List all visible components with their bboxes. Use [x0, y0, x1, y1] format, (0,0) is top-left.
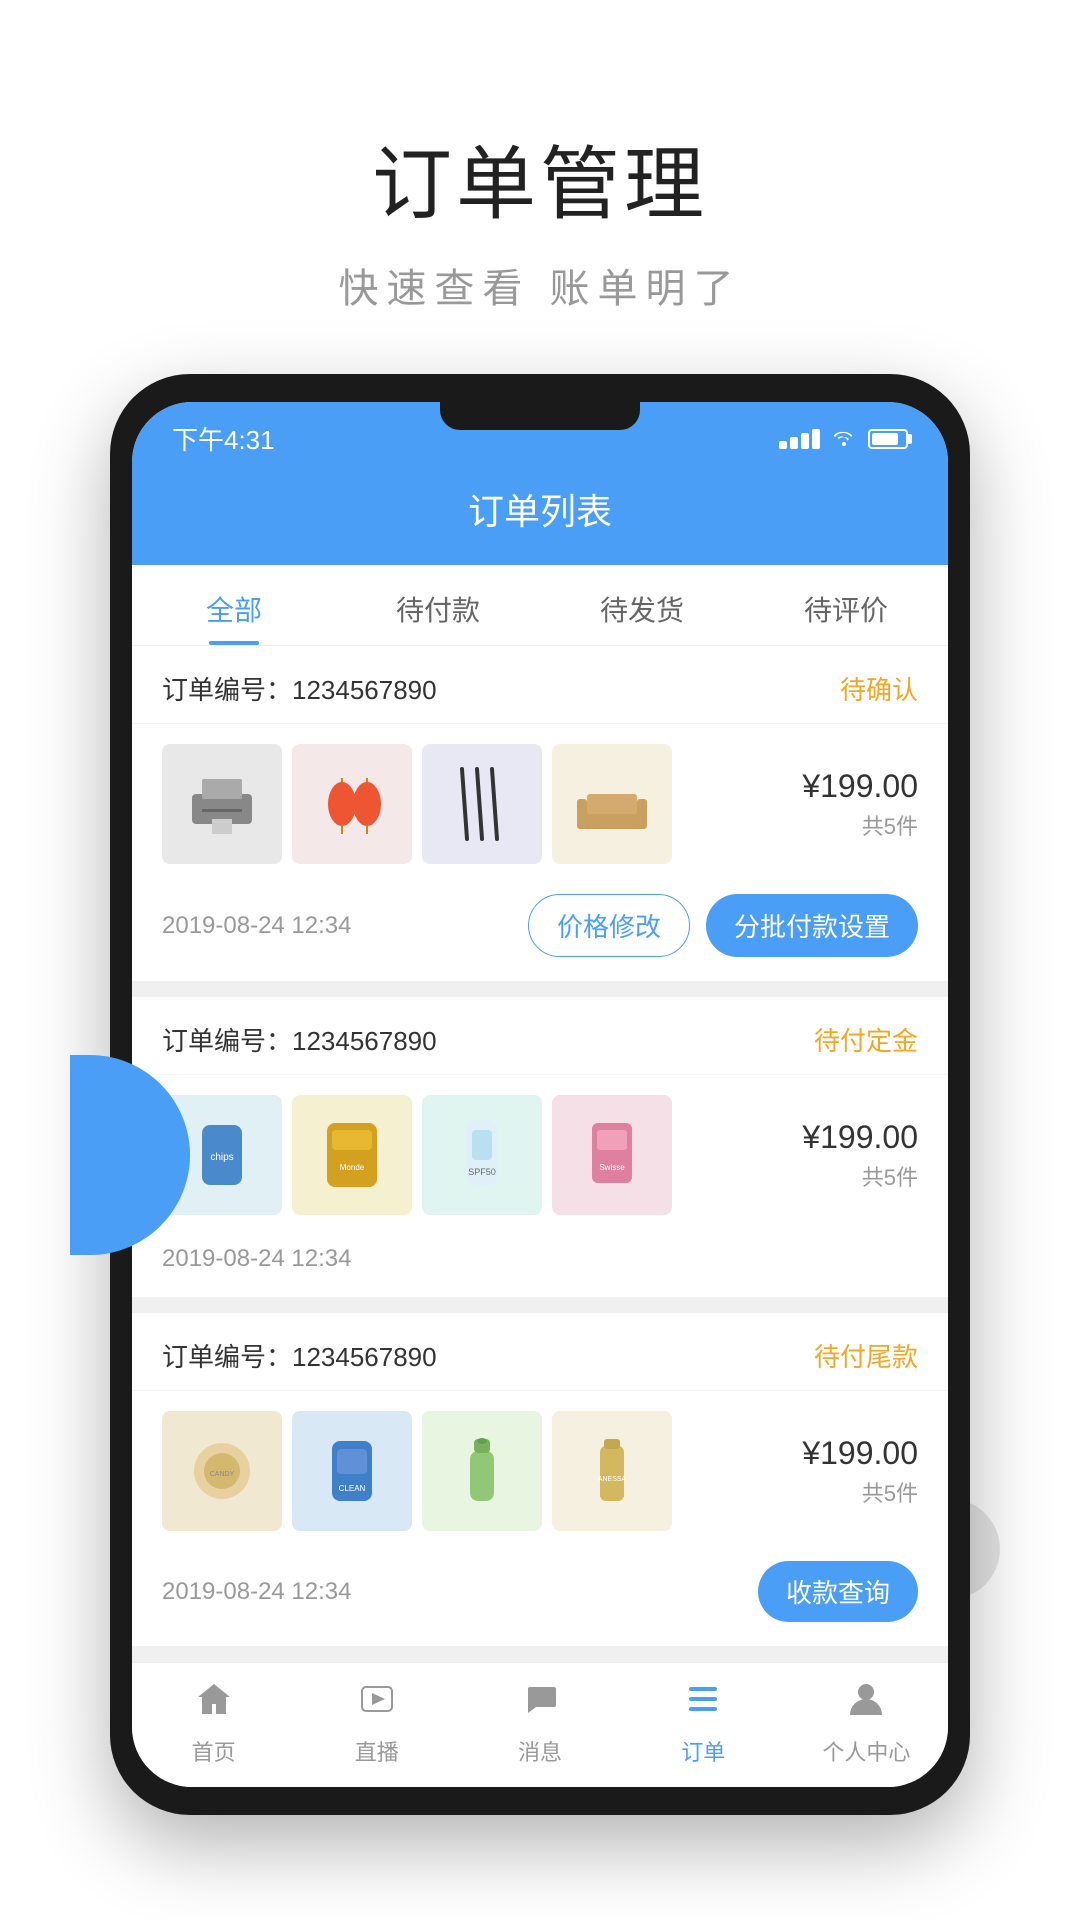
nav-label-live: 直播: [355, 1735, 399, 1767]
order-1-number: 订单编号：1234567890: [162, 670, 437, 707]
message-icon: [520, 1679, 560, 1729]
bottom-nav: 首页 直播: [132, 1662, 948, 1787]
tab-pending-payment[interactable]: 待付款: [336, 565, 540, 645]
nav-label-home: 首页: [192, 1735, 236, 1767]
product-img-snack: Monde: [292, 1095, 412, 1215]
order-1-actions: 价格修改 分批付款设置: [528, 894, 918, 957]
nav-label-message: 消息: [518, 1735, 562, 1767]
order-1-date: 2019-08-24 12:34: [162, 912, 352, 940]
nav-item-orders[interactable]: 订单: [622, 1679, 785, 1767]
svg-text:chips: chips: [210, 1152, 233, 1163]
product-img-cleaner: CLEAN: [292, 1411, 412, 1531]
order-1-price-block: ¥199.00 共5件: [778, 768, 918, 841]
order-2-price: ¥199.00: [778, 1119, 918, 1156]
tab-bar: 全部 待付款 待发货 待评价: [132, 565, 948, 646]
order-1-status: 待确认: [840, 670, 918, 707]
order-card-3: 订单编号：1234567890 待付尾款 CANDY: [132, 1313, 948, 1646]
phone-notch: [440, 402, 640, 430]
order-2-date: 2019-08-24 12:34: [162, 1245, 352, 1273]
order-2-number: 订单编号：1234567890: [162, 1021, 437, 1058]
product-img-lantern: [292, 744, 412, 864]
order-1-footer: 2019-08-24 12:34 价格修改 分批付款设置: [132, 884, 948, 981]
app-header: 订单列表: [132, 467, 948, 565]
battery-icon: [868, 429, 908, 449]
order-2-products: chips Monde: [132, 1075, 948, 1235]
page-header: 订单管理 快速查看 账单明了: [338, 0, 741, 374]
product-img-sofa: [552, 744, 672, 864]
live-icon: [357, 1679, 397, 1729]
order-1-products: ¥199.00 共5件: [132, 724, 948, 884]
order-1-price: ¥199.00: [778, 768, 918, 805]
nav-item-live[interactable]: 直播: [295, 1679, 458, 1767]
order-1-header: 订单编号：1234567890 待确认: [132, 646, 948, 724]
profile-icon: [846, 1679, 886, 1729]
svg-text:ANESSA: ANESSA: [598, 1476, 627, 1483]
order-3-price: ¥199.00: [778, 1435, 918, 1472]
order-2-price-block: ¥199.00 共5件: [778, 1119, 918, 1192]
home-icon: [194, 1679, 234, 1729]
nav-item-home[interactable]: 首页: [132, 1679, 295, 1767]
phone-frame: 下午4:31: [110, 374, 970, 1815]
tab-pending-delivery[interactable]: 待发货: [540, 565, 744, 645]
product-img-supplement: Swisse: [552, 1095, 672, 1215]
svg-text:Monde: Monde: [340, 1163, 365, 1172]
order-2-status: 待付定金: [814, 1021, 918, 1058]
order-1-count: 共5件: [778, 809, 918, 841]
order-3-header: 订单编号：1234567890 待付尾款: [132, 1313, 948, 1391]
order-3-date: 2019-08-24 12:34: [162, 1578, 352, 1606]
orders-icon: [683, 1679, 723, 1729]
product-img-serum: ANESSA: [552, 1411, 672, 1531]
product-img-sunscreen: SPF50: [422, 1095, 542, 1215]
phone-screen: 下午4:31: [132, 402, 948, 1787]
product-img-lotion: [422, 1411, 542, 1531]
page-subtitle: 快速查看 账单明了: [338, 256, 741, 314]
product-img-printer: [162, 744, 282, 864]
order-3-actions: 收款查询: [758, 1561, 918, 1622]
order-card-2: 订单编号：1234567890 待付定金 chips: [132, 997, 948, 1297]
nav-item-message[interactable]: 消息: [458, 1679, 621, 1767]
signal-icon: [779, 429, 820, 449]
order-3-products: CANDY CLEAN: [132, 1391, 948, 1551]
order-3-number: 订单编号：1234567890: [162, 1337, 437, 1374]
tab-all[interactable]: 全部: [132, 565, 336, 645]
svg-text:CANDY: CANDY: [210, 1471, 235, 1478]
batch-payment-button[interactable]: 分批付款设置: [706, 894, 918, 957]
order-2-count: 共5件: [778, 1160, 918, 1192]
product-img-chopsticks: [422, 744, 542, 864]
svg-text:CLEAN: CLEAN: [339, 1484, 366, 1493]
status-time: 下午4:31: [172, 420, 275, 457]
orders-container: 订单编号：1234567890 待确认: [132, 646, 948, 1646]
product-img-candy: CANDY: [162, 1411, 282, 1531]
order-2-header: 订单编号：1234567890 待付定金: [132, 997, 948, 1075]
order-3-footer: 2019-08-24 12:34 收款查询: [132, 1551, 948, 1646]
price-modify-button[interactable]: 价格修改: [528, 894, 690, 957]
svg-text:Swisse: Swisse: [599, 1163, 625, 1172]
order-2-footer: 2019-08-24 12:34: [132, 1235, 948, 1297]
order-3-price-block: ¥199.00 共5件: [778, 1435, 918, 1508]
svg-text:SPF50: SPF50: [468, 1167, 496, 1177]
nav-item-profile[interactable]: 个人中心: [785, 1679, 948, 1767]
app-header-title: 订单列表: [468, 491, 612, 532]
payment-query-button[interactable]: 收款查询: [758, 1561, 918, 1622]
nav-label-profile: 个人中心: [822, 1735, 910, 1767]
order-3-status: 待付尾款: [814, 1337, 918, 1374]
order-card-1: 订单编号：1234567890 待确认: [132, 646, 948, 981]
status-right: [779, 426, 908, 452]
page-title: 订单管理: [338, 120, 741, 236]
nav-label-orders: 订单: [681, 1735, 725, 1767]
tab-pending-review[interactable]: 待评价: [744, 565, 948, 645]
order-3-count: 共5件: [778, 1476, 918, 1508]
wifi-icon: [832, 426, 856, 452]
